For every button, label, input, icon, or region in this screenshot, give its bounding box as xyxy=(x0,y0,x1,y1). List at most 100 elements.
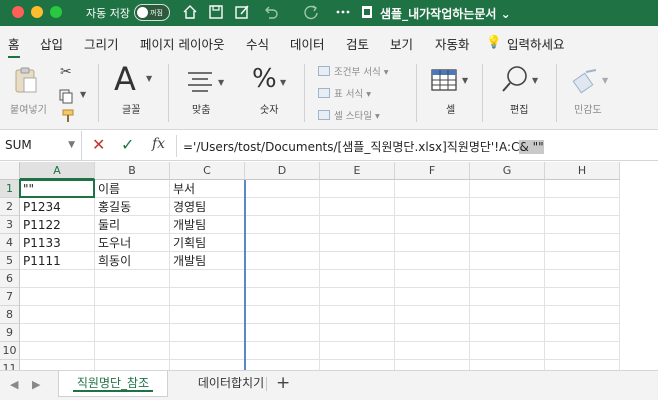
cell-h10[interactable] xyxy=(545,342,620,360)
cell-e3[interactable] xyxy=(320,216,395,234)
row-header[interactable]: 2 xyxy=(0,198,20,216)
cell-c1[interactable]: 부서 xyxy=(170,180,245,198)
cell-d9[interactable] xyxy=(245,324,320,342)
zoom-window-button[interactable] xyxy=(50,6,62,18)
cell-e4[interactable] xyxy=(320,234,395,252)
chevron-down-icon[interactable]: ▼ xyxy=(68,140,75,150)
cell-b3[interactable]: 둘리 xyxy=(95,216,170,234)
column-header-e[interactable]: E xyxy=(320,162,395,180)
column-header-a[interactable]: A xyxy=(20,162,95,180)
cell-a11[interactable] xyxy=(20,360,95,370)
cell-h8[interactable] xyxy=(545,306,620,324)
cell-a2[interactable]: P1234 xyxy=(20,198,95,216)
autosave-toggle[interactable]: 꺼짐 xyxy=(134,4,170,21)
previous-sheet-icon[interactable]: ◀ xyxy=(10,378,18,391)
cell-a3[interactable]: P1122 xyxy=(20,216,95,234)
cell-e9[interactable] xyxy=(320,324,395,342)
tab-home[interactable]: 홈 xyxy=(8,34,20,58)
edit-document-icon[interactable] xyxy=(233,3,251,21)
next-sheet-icon[interactable]: ▶ xyxy=(32,378,40,391)
cell-d10[interactable] xyxy=(245,342,320,360)
cell-c2[interactable]: 경영팀 xyxy=(170,198,245,216)
cell-d5[interactable] xyxy=(245,252,320,270)
table-format-button[interactable]: 표 서식 ▾ xyxy=(318,86,371,100)
cell-f5[interactable] xyxy=(395,252,470,270)
column-header-c[interactable]: C xyxy=(170,162,245,180)
copy-dropdown-icon[interactable]: ▼ xyxy=(80,90,86,99)
cell-e5[interactable] xyxy=(320,252,395,270)
cell-b5[interactable]: 희동이 xyxy=(95,252,170,270)
cell-a9[interactable] xyxy=(20,324,95,342)
row-header[interactable]: 11 xyxy=(0,360,20,370)
cell-c3[interactable]: 개발팀 xyxy=(170,216,245,234)
cell-c5[interactable]: 개발팀 xyxy=(170,252,245,270)
cell-d1[interactable] xyxy=(245,180,320,198)
cell-c11[interactable] xyxy=(170,360,245,370)
column-header-d[interactable]: D xyxy=(245,162,320,180)
name-box[interactable]: SUM ▼ xyxy=(0,131,82,160)
row-header[interactable]: 8 xyxy=(0,306,20,324)
cell-f6[interactable] xyxy=(395,270,470,288)
column-header-h[interactable]: H xyxy=(545,162,620,180)
sheet-tab-other[interactable]: 데이터합치기 xyxy=(176,371,286,397)
cell-f8[interactable] xyxy=(395,306,470,324)
cell-h4[interactable] xyxy=(545,234,620,252)
cell-b8[interactable] xyxy=(95,306,170,324)
cell-a8[interactable] xyxy=(20,306,95,324)
cell-a10[interactable] xyxy=(20,342,95,360)
cut-icon[interactable]: ✂ xyxy=(60,64,72,80)
conditional-format-button[interactable]: 조건부 서식 ▾ xyxy=(318,64,389,78)
cell-g4[interactable] xyxy=(470,234,545,252)
format-painter-icon[interactable] xyxy=(60,108,76,124)
row-header[interactable]: 6 xyxy=(0,270,20,288)
tab-insert[interactable]: 삽입 xyxy=(40,34,63,53)
home-icon[interactable] xyxy=(181,3,199,21)
cell-a5[interactable]: P1111 xyxy=(20,252,95,270)
cell-c10[interactable] xyxy=(170,342,245,360)
redo-icon[interactable] xyxy=(302,3,320,21)
cell-e7[interactable] xyxy=(320,288,395,306)
cell-f4[interactable] xyxy=(395,234,470,252)
cell-g7[interactable] xyxy=(470,288,545,306)
cell-b6[interactable] xyxy=(95,270,170,288)
cell-d2[interactable] xyxy=(245,198,320,216)
tab-automate[interactable]: 자동화 xyxy=(435,34,470,53)
cell-f2[interactable] xyxy=(395,198,470,216)
cell-g6[interactable] xyxy=(470,270,545,288)
cell-c9[interactable] xyxy=(170,324,245,342)
undo-icon[interactable] xyxy=(262,3,280,21)
tab-page-layout[interactable]: 페이지 레이아웃 xyxy=(140,34,224,53)
cell-c8[interactable] xyxy=(170,306,245,324)
cell-c4[interactable]: 기획팀 xyxy=(170,234,245,252)
cell-b10[interactable] xyxy=(95,342,170,360)
cell-h11[interactable] xyxy=(545,360,620,370)
cell-g5[interactable] xyxy=(470,252,545,270)
close-window-button[interactable] xyxy=(12,6,24,18)
cell-b7[interactable] xyxy=(95,288,170,306)
more-options-icon[interactable] xyxy=(334,3,352,21)
column-header-f[interactable]: F xyxy=(395,162,470,180)
tab-draw[interactable]: 그리기 xyxy=(84,34,119,53)
row-header[interactable]: 7 xyxy=(0,288,20,306)
tab-data[interactable]: 데이터 xyxy=(290,34,325,53)
cell-h3[interactable] xyxy=(545,216,620,234)
formula-input[interactable]: ='/Users/tost/Documents/[샘플_직원명단.xlsx]직원… xyxy=(183,138,544,155)
row-header[interactable]: 4 xyxy=(0,234,20,252)
cell-a7[interactable] xyxy=(20,288,95,306)
cell-g3[interactable] xyxy=(470,216,545,234)
cell-h6[interactable] xyxy=(545,270,620,288)
cell-c7[interactable] xyxy=(170,288,245,306)
cell-f1[interactable] xyxy=(395,180,470,198)
cell-b1[interactable]: 이름 xyxy=(95,180,170,198)
cell-d11[interactable] xyxy=(245,360,320,370)
cell-f9[interactable] xyxy=(395,324,470,342)
cancel-icon[interactable]: ✕ xyxy=(92,135,105,154)
cell-g11[interactable] xyxy=(470,360,545,370)
row-header[interactable]: 5 xyxy=(0,252,20,270)
cell-e6[interactable] xyxy=(320,270,395,288)
tab-formulas[interactable]: 수식 xyxy=(246,34,269,53)
cell-g2[interactable] xyxy=(470,198,545,216)
cell-h2[interactable] xyxy=(545,198,620,216)
tab-view[interactable]: 보기 xyxy=(390,34,413,53)
minimize-window-button[interactable] xyxy=(31,6,43,18)
